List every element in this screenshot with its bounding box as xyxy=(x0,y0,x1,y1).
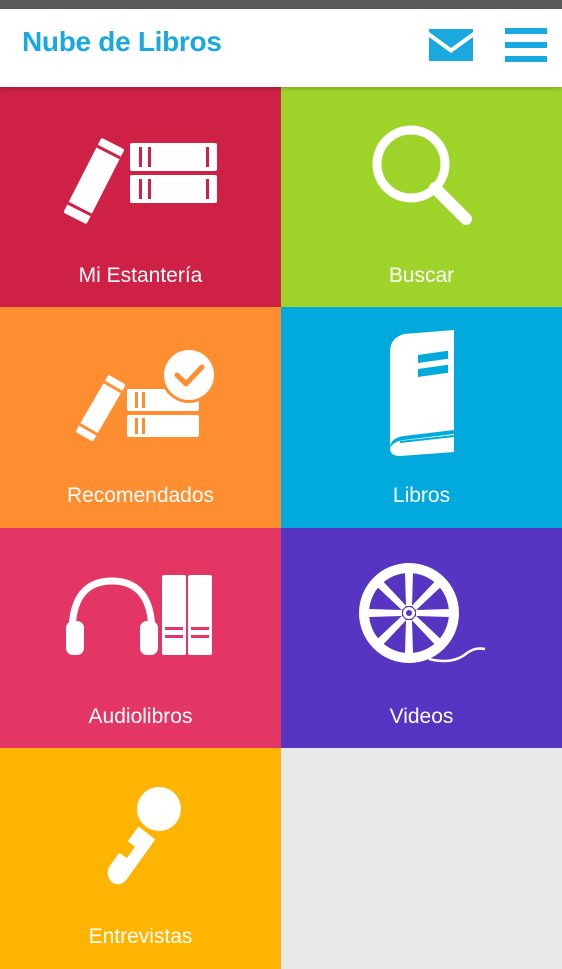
book-icon xyxy=(389,329,454,456)
tile-label: Audiolibros xyxy=(88,705,193,728)
tile-entrevistas[interactable]: Entrevistas xyxy=(0,748,281,969)
mail-icon xyxy=(429,29,473,61)
tile-buscar[interactable]: Buscar xyxy=(281,87,562,308)
menu-button[interactable] xyxy=(502,21,550,69)
search-icon xyxy=(372,125,472,225)
tile-label: Entrevistas xyxy=(88,925,193,948)
tile-label: Mi Estantería xyxy=(78,264,203,287)
tile-label: Videos xyxy=(389,705,454,728)
tile-label: Recomendados xyxy=(66,484,215,507)
main-menu-grid: Mi Estantería Buscar Recomendados Libros… xyxy=(0,87,562,969)
film-reel-icon xyxy=(358,562,485,663)
empty-grid-cell xyxy=(281,748,562,969)
tile-libros[interactable]: Libros xyxy=(281,307,562,528)
recommended-books-icon xyxy=(75,346,217,441)
tile-recomendados[interactable]: Recomendados xyxy=(0,307,281,528)
microphone-icon xyxy=(107,786,181,884)
tile-label: Buscar xyxy=(388,264,455,287)
app-bar: Nube de Libros xyxy=(0,9,562,87)
menu-icon xyxy=(505,28,547,62)
app-title: Nube de Libros xyxy=(22,26,222,57)
headphones-books-icon xyxy=(65,574,212,655)
bookshelf-icon xyxy=(63,137,217,224)
status-bar xyxy=(0,0,562,9)
mail-button[interactable] xyxy=(426,23,476,67)
tile-label: Libros xyxy=(392,484,451,507)
tile-mi-estanteria[interactable]: Mi Estantería xyxy=(0,87,281,308)
tile-audiolibros[interactable]: Audiolibros xyxy=(0,528,281,749)
tile-videos[interactable]: Videos xyxy=(281,528,562,749)
